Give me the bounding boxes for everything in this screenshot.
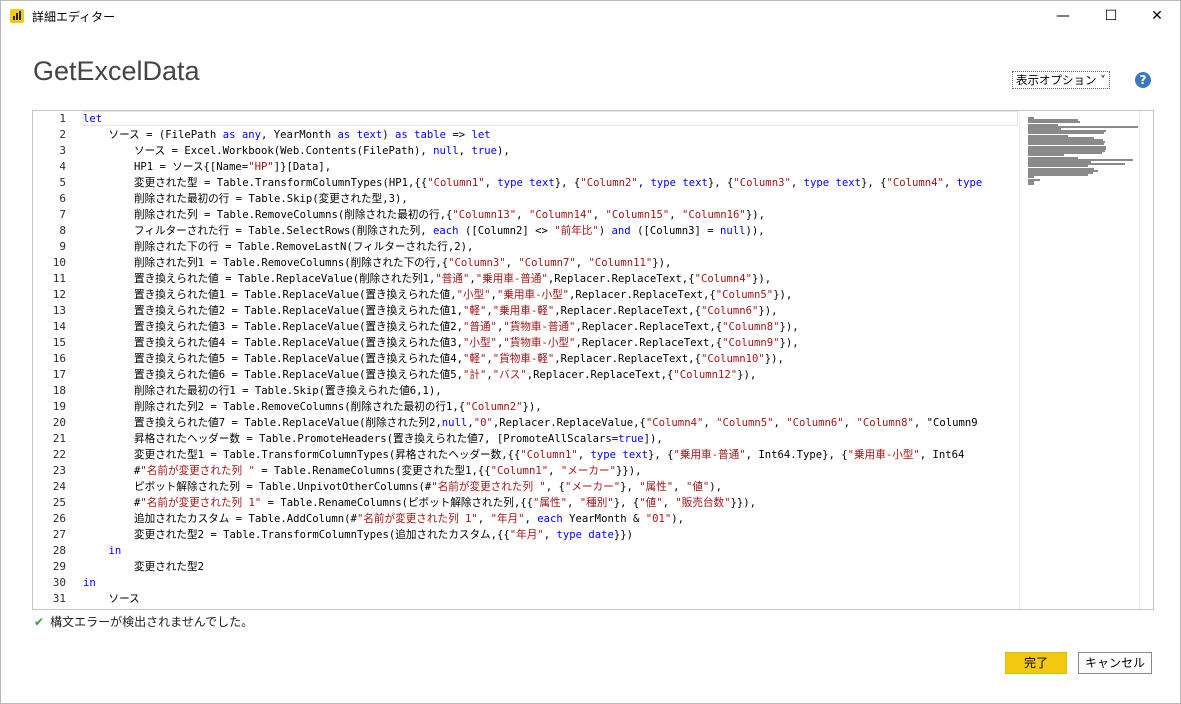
code-line[interactable]: ピボット解除された列 = Table.UnpivotOtherColumns(#… <box>83 479 722 495</box>
code-editor[interactable]: 1 2 3 4 5 6 7 8 9 10 11 12 13 14 15 16 17 18 19 20 21 22 23 24 2… <box>32 110 1154 610</box>
line-number: 28 <box>52 544 66 557</box>
line-number: 18 <box>52 384 66 397</box>
checkmark-icon: ✔ <box>34 615 45 629</box>
code-line[interactable]: 削除された最初の行1 = Table.Skip(置き換えられた値6,1), <box>83 383 442 399</box>
query-name-heading: GetExcelData <box>33 56 200 86</box>
code-line[interactable]: ソース = Excel.Workbook(Web.Contents(FilePa… <box>83 143 510 159</box>
done-button[interactable]: 完了 <box>1005 652 1067 674</box>
line-number: 9 <box>59 240 66 253</box>
display-options-dropdown[interactable]: 表示オプション ˅ <box>1012 71 1110 89</box>
code-line[interactable]: HP1 = ソース{[Name="HP"]}[Data], <box>83 159 331 175</box>
line-number: 15 <box>52 336 66 349</box>
code-line[interactable]: #"名前が変更された列 " = Table.RenameColumns(変更され… <box>83 463 641 479</box>
line-number: 8 <box>59 224 66 237</box>
code-line[interactable]: 変更された型2 <box>83 559 204 575</box>
line-number: 14 <box>52 320 66 333</box>
line-number: 10 <box>52 256 66 269</box>
line-number: 21 <box>52 432 66 445</box>
code-line[interactable]: ソース <box>83 591 140 607</box>
syntax-status: ✔ 構文エラーが検出されませんでした。 <box>34 613 253 630</box>
line-number: 3 <box>59 144 66 157</box>
code-minimap[interactable] <box>1019 111 1153 609</box>
line-number: 24 <box>52 480 66 493</box>
line-number: 7 <box>59 208 66 221</box>
line-number: 26 <box>52 512 66 525</box>
code-line[interactable]: 削除された列2 = Table.RemoveColumns(削除された最初の行1… <box>83 399 542 415</box>
code-line[interactable]: 置き換えられた値7 = Table.ReplaceValue(削除された列2,n… <box>83 415 978 431</box>
code-line[interactable]: 変更された型1 = Table.TransformColumnTypes(昇格さ… <box>83 447 964 463</box>
line-number: 31 <box>52 592 66 605</box>
advanced-editor-window: 詳細エディター — ☐ ✕ GetExcelData 表示オプション ˅ ? 1… <box>0 0 1181 704</box>
line-number: 17 <box>52 368 66 381</box>
line-number: 6 <box>59 192 66 205</box>
code-line[interactable]: 置き換えられた値5 = Table.ReplaceValue(置き換えられた値4… <box>83 351 784 367</box>
line-number: 25 <box>52 496 66 509</box>
minimap-line <box>1028 183 1034 185</box>
cancel-button[interactable]: キャンセル <box>1078 652 1152 674</box>
line-number: 11 <box>52 272 66 285</box>
line-number: 27 <box>52 528 66 541</box>
code-line[interactable]: let <box>83 111 102 127</box>
code-line[interactable]: 置き換えられた値6 = Table.ReplaceValue(置き換えられた値5… <box>83 367 756 383</box>
code-line[interactable]: 昇格されたヘッダー数 = Table.PromoteHeaders(置き換えられ… <box>83 431 663 447</box>
line-number-gutter: 1 2 3 4 5 6 7 8 9 10 11 12 13 14 15 16 17 18 19 20 21 22 23 24 2… <box>33 111 73 609</box>
title-bar: 詳細エディター — ☐ ✕ <box>1 1 1180 31</box>
line-number: 4 <box>59 160 66 173</box>
code-line[interactable]: in <box>83 575 96 591</box>
code-line[interactable]: 置き換えられた値 = Table.ReplaceValue(削除された列1,"普… <box>83 271 771 287</box>
code-line[interactable]: 削除された下の行 = Table.RemoveLastN(フィルターされた行,2… <box>83 239 473 255</box>
code-line[interactable]: #"名前が変更された列 1" = Table.RenameColumns(ピボッ… <box>83 495 756 511</box>
close-button[interactable]: ✕ <box>1134 1 1180 31</box>
code-line[interactable]: in <box>83 543 122 559</box>
line-number: 22 <box>52 448 66 461</box>
code-line[interactable]: 置き換えられた値4 = Table.ReplaceValue(置き換えられた値3… <box>83 335 799 351</box>
window-title: 詳細エディター <box>32 10 116 24</box>
code-line[interactable]: ソース = (FilePath as any, YearMonth as tex… <box>83 127 491 143</box>
code-line[interactable]: 削除された最初の行 = Table.Skip(変更された型,3), <box>83 191 408 207</box>
line-number: 12 <box>52 288 66 301</box>
code-line[interactable]: 置き換えられた値1 = Table.ReplaceValue(置き換えられた値,… <box>83 287 792 303</box>
minimize-button[interactable]: — <box>1040 1 1086 31</box>
code-line[interactable]: 削除された列1 = Table.RemoveColumns(削除された下の行,{… <box>83 255 671 271</box>
minimap-line <box>1028 174 1088 177</box>
code-line[interactable]: フィルターされた行 = Table.SelectRows(削除された列, eac… <box>83 223 765 239</box>
code-line[interactable]: 変更された型2 = Table.TransformColumnTypes(追加さ… <box>83 527 633 543</box>
line-number: 19 <box>52 400 66 413</box>
syntax-status-message: 構文エラーが検出されませんでした。 <box>50 615 254 629</box>
line-number: 5 <box>59 176 66 189</box>
code-line[interactable]: 置き換えられた値3 = Table.ReplaceValue(置き換えられた値2… <box>83 319 799 335</box>
line-number: 23 <box>52 464 66 477</box>
maximize-button[interactable]: ☐ <box>1088 1 1134 31</box>
help-icon[interactable]: ? <box>1135 72 1151 88</box>
line-number: 16 <box>52 352 66 365</box>
line-number: 1 <box>59 112 66 125</box>
code-line[interactable]: 追加されたカスタム = Table.AddColumn(#"名前が変更された列 … <box>83 511 684 527</box>
line-number: 30 <box>52 576 66 589</box>
code-line[interactable]: 置き換えられた値2 = Table.ReplaceValue(置き換えられた値1… <box>83 303 777 319</box>
line-number: 29 <box>52 560 66 573</box>
power-bi-icon <box>10 9 24 23</box>
line-number: 20 <box>52 416 66 429</box>
code-line[interactable]: 削除された列 = Table.RemoveColumns(削除された最初の行,{… <box>83 207 765 223</box>
code-text-area[interactable]: let ソース = (FilePath as any, YearMonth as… <box>83 111 1018 609</box>
code-line[interactable]: 変更された型 = Table.TransformColumnTypes(HP1,… <box>83 175 982 191</box>
line-number: 13 <box>52 304 66 317</box>
editor-vertical-scrollbar[interactable] <box>1139 111 1152 609</box>
line-number: 2 <box>59 128 66 141</box>
